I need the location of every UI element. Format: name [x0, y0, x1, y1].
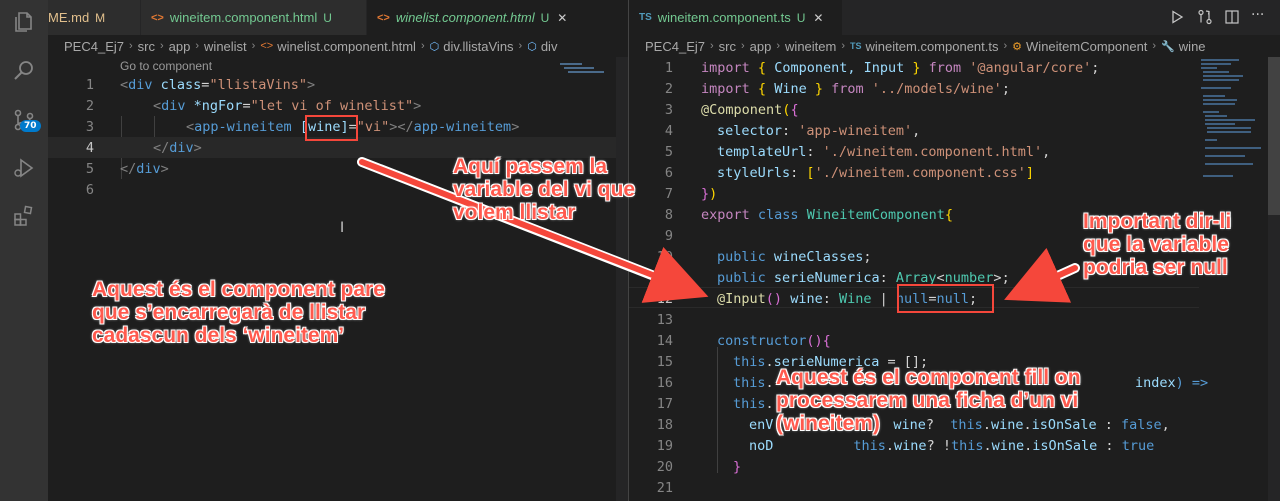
- annotation-null-note: Important dir-li que la variable podria …: [1083, 210, 1232, 279]
- annotation-parent-note: Aquest és el component pare que s’encarr…: [92, 278, 385, 347]
- annotation-variable-note: Aquí passem la variable del vi que volem…: [453, 155, 636, 224]
- arrow-to-null: [1004, 247, 1078, 303]
- annotation-child-note: Aquest és el component fill on processar…: [776, 366, 1081, 435]
